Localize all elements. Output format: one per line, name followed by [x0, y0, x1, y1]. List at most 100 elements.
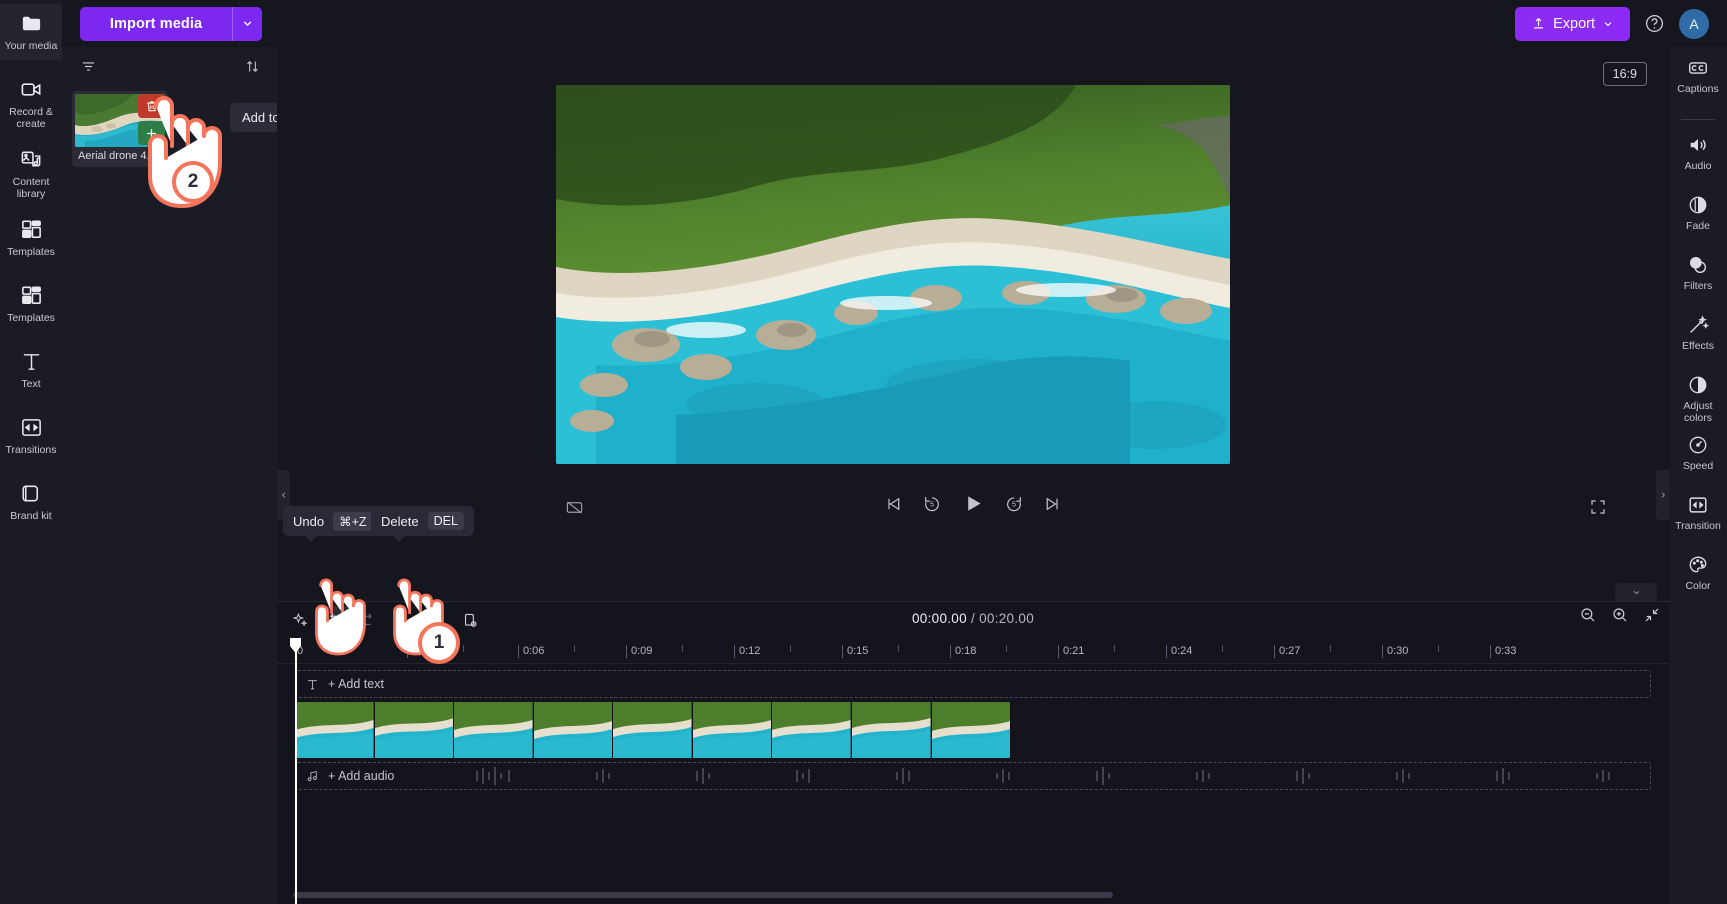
import-media-button[interactable]: Import media — [80, 6, 232, 41]
aspect-ratio-button[interactable]: 16:9 — [1602, 62, 1647, 86]
collapse-timeline-handle[interactable] — [1615, 583, 1657, 601]
ruler-tick: 0:30 — [1382, 645, 1408, 658]
filters-icon — [1687, 252, 1709, 278]
delete-media-button[interactable] — [138, 94, 165, 118]
sidebar-item-captions[interactable]: Captions — [1669, 55, 1727, 107]
annotation-step-badge-1: 1 — [418, 622, 460, 664]
sort-arrows-icon[interactable] — [244, 58, 261, 75]
video-preview[interactable] — [556, 85, 1230, 464]
add-audio-track[interactable]: + Add audio — [295, 762, 1651, 790]
sidebar-item-filters[interactable]: Filters — [1669, 252, 1727, 304]
forward-5-button[interactable]: 5 — [1005, 494, 1024, 513]
your-media-panel: Aerial drone 4... Add to timeline — [62, 47, 340, 904]
rewind-5-button[interactable]: 5 — [923, 494, 942, 513]
sidebar-item-templates-2[interactable]: Templates — [0, 276, 62, 332]
skip-to-end-button[interactable] — [1044, 495, 1062, 513]
user-avatar[interactable]: A — [1679, 8, 1709, 39]
music-note-icon — [307, 770, 317, 781]
captions-toggle-button[interactable] — [565, 498, 584, 522]
video-clip[interactable] — [295, 702, 1011, 758]
right-sidebar: Captions Audio Fade Filters Effects Adju… — [1669, 47, 1727, 904]
sidebar-item-text[interactable]: Text — [0, 342, 62, 398]
timeline-horizontal-scrollbar[interactable] — [293, 892, 1113, 898]
timeline-ruler[interactable]: 0 0:03 0:06 0:09 0:12 0:15 0:18 0:21 0:2… — [277, 638, 1669, 664]
split-button[interactable] — [387, 606, 417, 634]
media-item-card[interactable]: Aerial drone 4... — [72, 91, 168, 167]
duplicate-button[interactable] — [455, 606, 485, 634]
play-icon — [968, 496, 981, 511]
timeline-zoom-controls — [1579, 606, 1661, 624]
sidebar-item-audio[interactable]: Audio — [1669, 132, 1727, 184]
clip-frame — [613, 702, 693, 758]
sidebar-label: Filters — [1683, 280, 1713, 292]
chevron-down-icon — [1633, 590, 1639, 594]
sidebar-item-templates-1[interactable]: Templates — [0, 210, 62, 266]
media-panel-toolbar — [62, 47, 277, 85]
playhead — [295, 638, 297, 904]
zoom-out-icon — [1581, 608, 1595, 622]
redo-button[interactable] — [353, 606, 383, 634]
sidebar-label: Brand kit — [10, 510, 52, 522]
redo-arrow-icon — [361, 613, 372, 626]
sidebar-item-color[interactable]: Color — [1669, 552, 1727, 604]
folder-icon — [18, 10, 44, 36]
sidebar-item-your-media[interactable]: Your media — [0, 4, 62, 60]
sidebar-label: Templates — [7, 246, 55, 258]
sidebar-item-transition[interactable]: Transition — [1669, 492, 1727, 544]
fullscreen-button[interactable] — [1589, 498, 1607, 521]
text-icon — [308, 679, 317, 689]
sparkle-icon — [292, 612, 307, 627]
preview-image — [556, 85, 1230, 464]
export-button[interactable]: Export — [1515, 6, 1630, 41]
sidebar-item-effects[interactable]: Effects — [1669, 312, 1727, 364]
delete-tooltip-shortcut: DEL — [427, 512, 464, 530]
sidebar-label: Transition — [1675, 520, 1721, 532]
preview-stage: 16:9 5 5 — [277, 47, 1669, 547]
sidebar-item-speed[interactable]: Speed — [1669, 432, 1727, 484]
clipchamp-editor-window: Your media Record & create Content libra… — [0, 0, 1727, 904]
sidebar-item-fade[interactable]: Fade — [1669, 192, 1727, 244]
sidebar-item-content-library[interactable]: Content library — [0, 140, 62, 200]
library-icon — [18, 146, 44, 172]
help-circle-icon — [1645, 14, 1664, 33]
avatar-initial: A — [1689, 15, 1699, 32]
trash-icon — [146, 101, 157, 112]
speaker-icon — [1687, 132, 1709, 158]
add-to-timeline-button[interactable] — [138, 121, 165, 145]
sidebar-item-adjust-colors[interactable]: Adjust colors — [1669, 372, 1727, 424]
timeline-panel: 00:00.00 / 00:20.00 0 0:03 — [277, 601, 1669, 904]
zoom-in-icon — [1613, 608, 1627, 622]
sidebar-label: Your media — [4, 40, 58, 52]
skip-to-start-button[interactable] — [885, 495, 903, 513]
help-button[interactable] — [1644, 13, 1665, 34]
zoom-out-button[interactable] — [1579, 606, 1597, 624]
text-icon — [18, 348, 44, 374]
clip-frame — [533, 702, 614, 758]
add-text-track[interactable]: + Add text — [295, 670, 1651, 698]
fit-to-screen-button[interactable] — [1643, 606, 1661, 624]
templates-icon — [18, 282, 44, 308]
zoom-in-button[interactable] — [1611, 606, 1629, 624]
sidebar-item-brand-kit[interactable]: Brand kit — [0, 474, 62, 530]
play-button[interactable] — [962, 492, 985, 515]
chevron-down-icon — [243, 21, 252, 27]
auto-enhance-button[interactable] — [285, 606, 315, 634]
undo-button[interactable] — [319, 606, 349, 634]
clip-frame — [454, 702, 534, 758]
add-text-label: + Add text — [328, 677, 384, 691]
captions-off-icon — [566, 501, 583, 514]
contrast-icon — [1687, 372, 1709, 398]
sidebar-item-transitions[interactable]: Transitions — [0, 408, 62, 464]
filter-icon[interactable] — [80, 58, 97, 75]
collapse-right-panel-handle[interactable] — [1656, 470, 1669, 520]
sidebar-item-record-create[interactable]: Record & create — [0, 70, 62, 130]
sidebar-label: Captions — [1677, 83, 1719, 95]
top-toolbar-right: Export A — [1515, 6, 1709, 41]
chevron-right-icon — [1661, 492, 1665, 498]
import-media-dropdown-button[interactable] — [232, 6, 262, 41]
left-sidebar: Your media Record & create Content libra… — [0, 0, 62, 904]
undo-tooltip-shortcut: ⌘+Z — [333, 511, 373, 531]
playhead-handle[interactable] — [289, 637, 302, 654]
clip-frame — [374, 702, 455, 758]
sidebar-label: Audio — [1684, 160, 1712, 172]
